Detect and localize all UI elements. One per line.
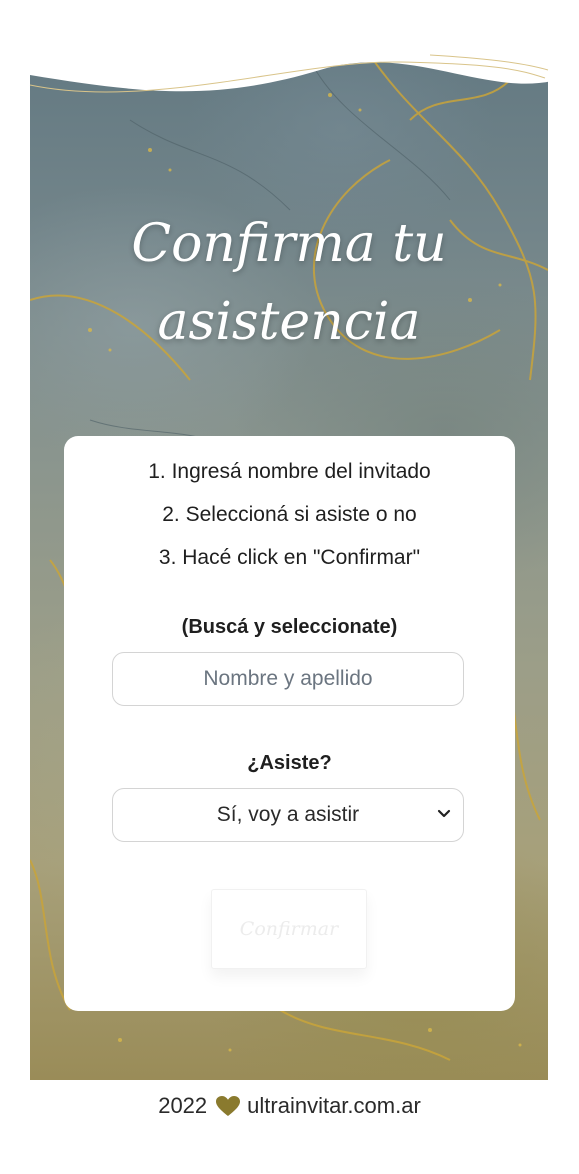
attend-label: ¿Asiste? [247,752,332,774]
footer: 2022 ultrainvitar.com.ar [0,1088,579,1124]
title-line-1: Confirma tu [131,214,447,274]
confirm-button[interactable]: Confirmar [211,889,367,969]
chevron-down-icon [437,809,451,818]
footer-site-link[interactable]: ultrainvitar.com.ar [247,1093,421,1119]
name-search-input[interactable]: Nombre y apellido [112,652,464,706]
rsvp-card: 1. Ingresá nombre del invitado 2. Selecc… [64,436,515,1011]
step-3: 3. Hacé click en "Confirmar" [158,546,421,569]
attend-selected-value: Sí, voy a asistir [216,803,360,826]
step-1: 1. Ingresá nombre del invitado [148,460,431,483]
heart-icon [216,1096,241,1116]
attend-select[interactable]: Sí, voy a asistir [112,788,464,842]
top-wave [0,0,579,93]
name-placeholder: Nombre y apellido [203,667,373,690]
search-label: (Buscá y seleccionate) [181,616,398,638]
footer-year: 2022 [158,1093,208,1118]
step-2: 2. Seleccioná si asiste o no [162,503,417,526]
confirm-button-label: Confirmar [239,918,339,940]
title-line-2: asistencia [157,292,421,352]
page-title: Confirma tu asistencia [30,205,548,361]
